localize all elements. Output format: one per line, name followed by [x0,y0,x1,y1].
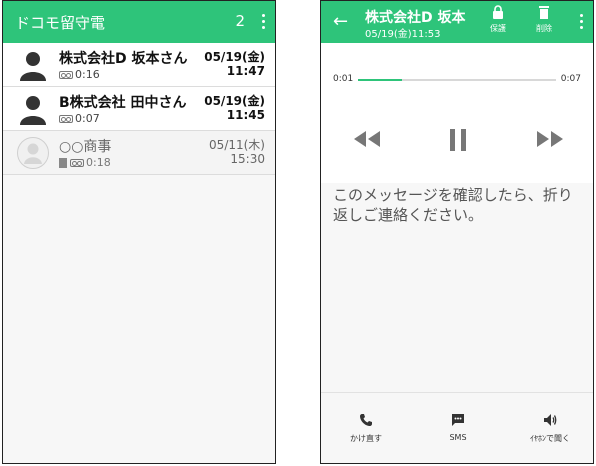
pause-icon[interactable] [448,129,468,151]
message-date: 05/11(木) [209,138,265,152]
message-detail-screen: ← 株式会社D 坂本 05/19(金)11:53 保護 削除 0:01 0:07 [320,0,594,464]
message-time: 11:45 [226,108,265,122]
delete-button[interactable]: 削除 [527,5,561,34]
person-silhouette-icon [20,52,46,81]
app-bar: ドコモ留守電 2 [3,1,275,43]
sms-label: SMS [449,433,467,442]
total-time: 0:07 [560,74,581,84]
voicemail-icon [70,158,84,167]
app-title: ドコモ留守電 [15,14,106,32]
seek-bar-progress [358,79,402,81]
message-date: 05/19(金) [204,94,265,108]
protect-button[interactable]: 保護 [481,5,515,34]
delete-label: 削除 [536,24,552,33]
app-bar: ← 株式会社D 坂本 05/19(金)11:53 保護 削除 [321,1,593,43]
transcript-text: このメッセージを確認したら、折り返しご連絡ください。 [321,185,593,225]
lock-icon [493,5,503,19]
message-duration: 0:16 [59,68,100,81]
received-datetime: 05/19(金)11:53 [365,29,441,40]
protect-label: 保護 [490,24,506,33]
message-date: 05/19(金) [204,50,265,64]
duration-text: 0:18 [86,156,111,169]
duration-text: 0:07 [75,112,100,125]
earphone-listen-button[interactable]: ｲﾔﾎﾝで聞く [515,413,585,444]
voicemail-icon [59,114,73,123]
caller-title: 株式会社D 坂本 [365,10,466,26]
sms-button[interactable]: SMS [423,413,493,442]
message-list-screen: ドコモ留守電 2 株式会社D 坂本さん 0:16 05/19(金) 11:47 … [2,0,276,464]
duration-text: 0:16 [75,68,100,81]
message-row[interactable]: B株式会社 田中さん 0:07 05/19(金) 11:45 [3,87,275,131]
default-avatar-icon [17,137,49,169]
transcript-icon [59,157,67,168]
sms-bubble-icon [452,414,464,426]
caller-name: ○○商事 [59,139,112,155]
back-arrow-icon[interactable]: ← [333,13,348,31]
message-time: 11:47 [226,64,265,78]
message-row[interactable]: ○○商事 0:18 05/11(木) 15:30 [3,131,275,175]
message-row[interactable]: 株式会社D 坂本さん 0:16 05/19(金) 11:47 [3,43,275,87]
message-duration: 0:07 [59,112,100,125]
audio-player: 0:01 0:07 [321,43,593,183]
elapsed-time: 0:01 [333,74,354,84]
rewind-icon[interactable] [353,129,381,149]
call-back-button[interactable]: かけ直す [331,413,401,444]
call-back-label: かけ直す [350,434,382,443]
overflow-menu-icon[interactable] [579,14,583,30]
message-list: 株式会社D 坂本さん 0:16 05/19(金) 11:47 B株式会社 田中さ… [3,43,275,175]
speaker-icon [544,414,557,426]
earphone-listen-label: ｲﾔﾎﾝで聞く [530,434,570,443]
caller-name: B株式会社 田中さん [59,95,187,111]
bottom-action-bar: かけ直す SMS ｲﾔﾎﾝで聞く [321,392,593,463]
voicemail-icon [59,70,73,79]
message-duration: 0:18 [59,156,111,169]
overflow-menu-icon[interactable] [261,14,265,30]
fast-forward-icon[interactable] [536,129,564,149]
trash-icon [539,6,549,19]
seek-bar[interactable] [358,79,556,81]
unread-count: 2 [235,12,245,30]
phone-icon [360,414,372,426]
caller-name: 株式会社D 坂本さん [59,51,188,67]
message-time: 15:30 [230,152,265,166]
person-silhouette-icon [20,96,46,125]
